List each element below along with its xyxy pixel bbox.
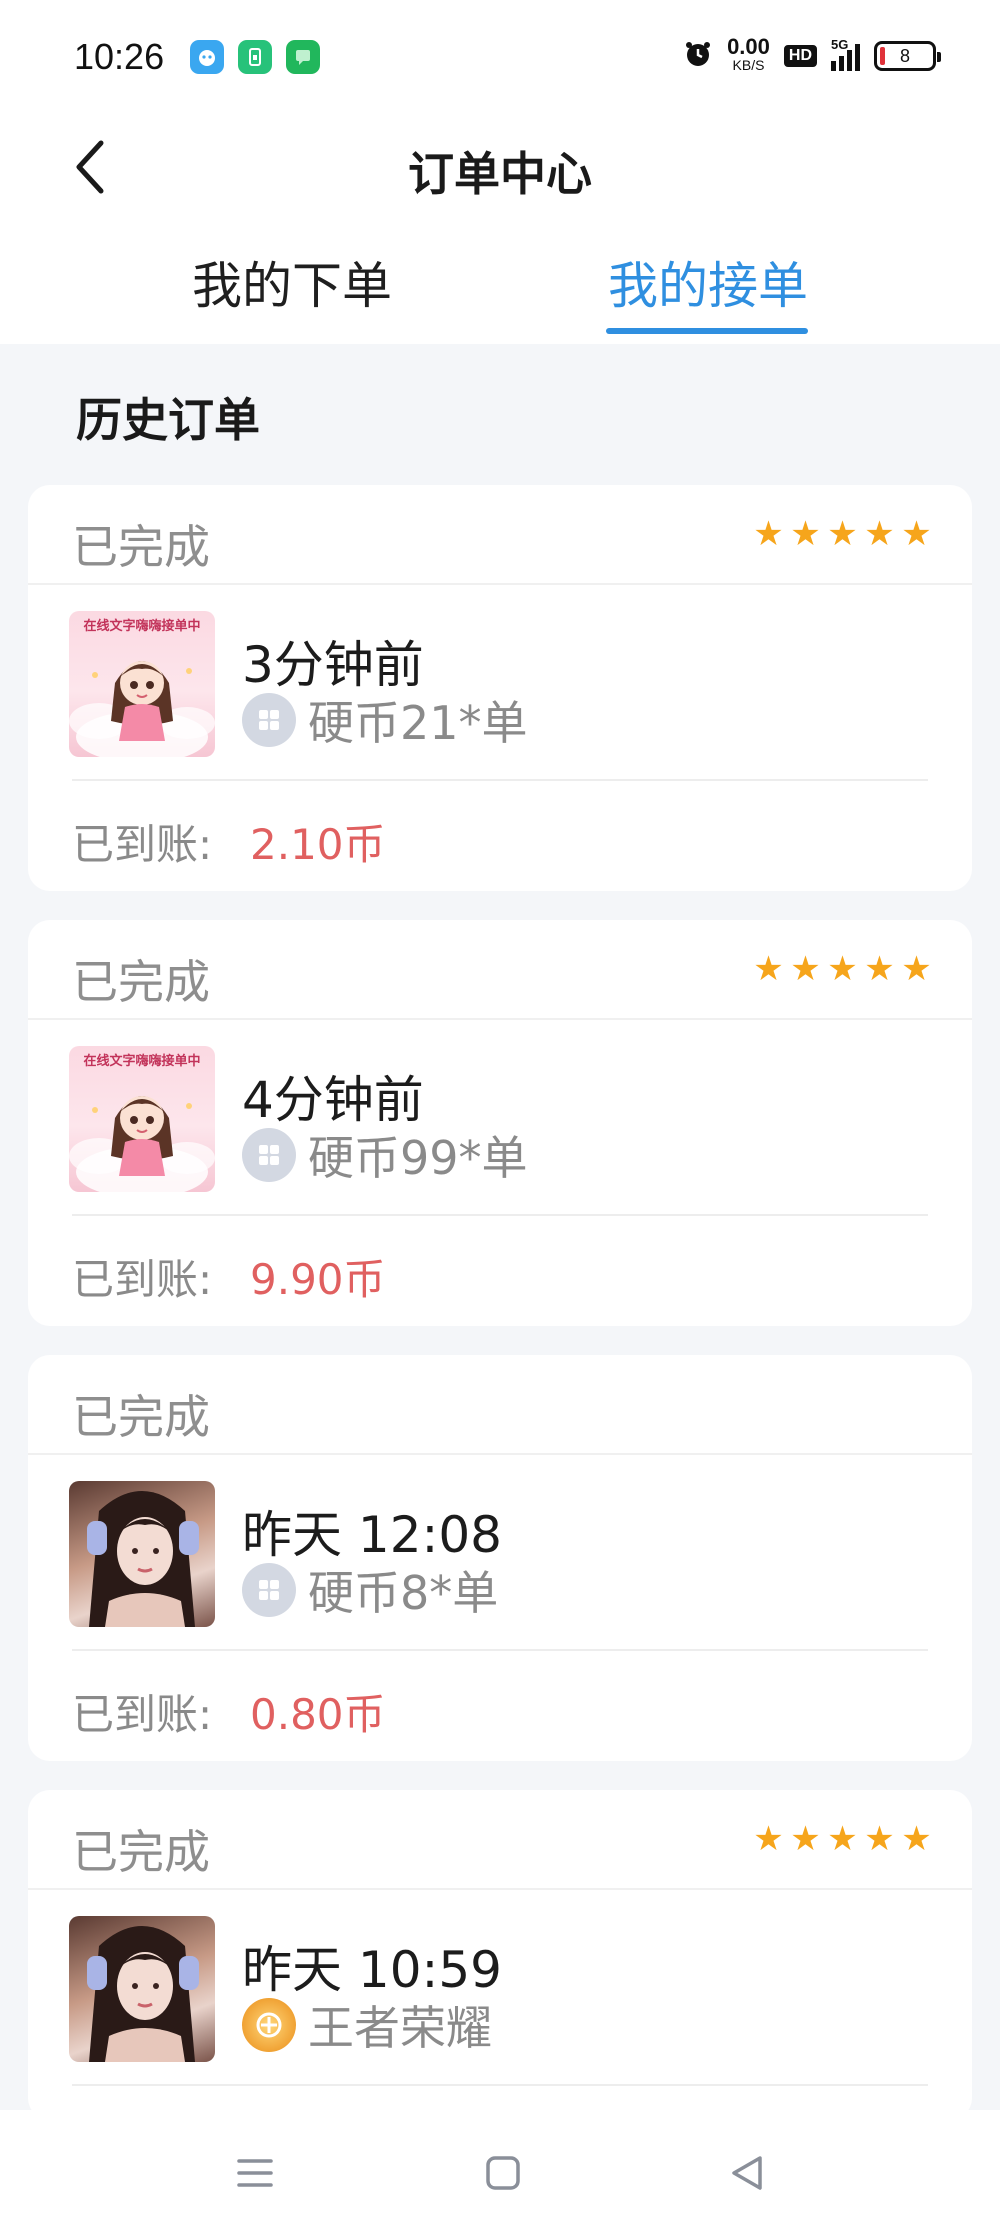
battery-level: 8 <box>899 45 910 66</box>
card-body: 在线文字嗨嗨接单中 3分钟前 硬币21*单 <box>28 585 972 781</box>
rating-stars: ★ ★ ★ ★ ★ <box>753 514 932 554</box>
message-app-icon <box>286 40 320 74</box>
active-tab-indicator <box>606 328 808 334</box>
network-speed: 0.00 KB/S <box>727 36 770 74</box>
paid-label: 已到账: <box>72 1690 213 1739</box>
home-button[interactable] <box>478 2148 528 2198</box>
paid-value: 2.10币 <box>250 820 386 869</box>
game-info: 硬币8*单 <box>242 1557 498 1623</box>
honor-of-kings-icon <box>242 1998 296 2052</box>
system-back-button[interactable] <box>722 2148 772 2198</box>
status-indicators: 0.00 KB/S HD 5G 8 <box>683 36 941 74</box>
order-thumbnail[interactable] <box>69 1481 215 1627</box>
tab-my-accepted[interactable]: 我的接单 <box>608 246 808 318</box>
paid-label: 已到账: <box>72 1255 213 1304</box>
system-nav-bar <box>0 2110 1000 2233</box>
star-icon: ★ <box>901 514 932 554</box>
star-icon: ★ <box>901 949 932 989</box>
alarm-icon <box>683 39 713 74</box>
star-icon: ★ <box>827 1819 858 1859</box>
back-triangle-icon <box>732 2156 762 2190</box>
status-time: 10:26 <box>74 36 165 77</box>
photo-girl-image <box>87 1926 199 2062</box>
order-card[interactable]: 已完成 ★ ★ ★ ★ ★ 在线文字嗨嗨接单中 <box>28 485 972 891</box>
card-body: 昨天 10:59 王者荣耀 <box>28 1890 972 2086</box>
status-bar: 10:26 0.00 KB/S HD 5G 8 <box>0 0 1000 110</box>
star-icon: ★ <box>864 949 895 989</box>
star-icon: ★ <box>753 1819 784 1859</box>
star-icon: ★ <box>753 949 784 989</box>
order-thumbnail[interactable]: 在线文字嗨嗨接单中 <box>69 611 215 757</box>
top-area: 10:26 0.00 KB/S HD 5G 8 订单中心 我的下单 我的接单 <box>0 0 1000 344</box>
tab-bar: 我的下单 我的接单 <box>0 220 1000 344</box>
coin-grid-icon <box>242 1128 296 1182</box>
game-name: 硬币99*单 <box>308 1131 528 1185</box>
game-info: 王者荣耀 <box>242 1992 492 2058</box>
coin-grid-icon <box>242 1563 296 1617</box>
star-icon: ★ <box>790 949 821 989</box>
card-body: 昨天 12:08 硬币8*单 <box>28 1455 972 1651</box>
star-icon: ★ <box>901 1819 932 1859</box>
menu-icon <box>237 2159 273 2187</box>
section-title: 历史订单 <box>76 393 260 447</box>
speed-unit: KB/S <box>732 57 765 73</box>
star-icon: ★ <box>827 949 858 989</box>
game-info: 硬币99*单 <box>242 1122 528 1188</box>
star-icon: ★ <box>753 514 784 554</box>
order-card[interactable]: 已完成 昨天 12:08 硬币8*单 已到账: 0.80币 <box>28 1355 972 1761</box>
network-label: 5G <box>831 37 849 52</box>
order-status: 已完成 <box>72 955 210 1009</box>
paid-label: 已到账: <box>72 820 213 869</box>
paid-value: 9.90币 <box>250 1255 386 1304</box>
card-header: 已完成 ★ ★ ★ ★ ★ <box>28 485 972 585</box>
order-status: 已完成 <box>72 1825 210 1879</box>
card-footer: 已到账: 0.80币 <box>28 1651 972 1761</box>
star-icon: ★ <box>864 1819 895 1859</box>
card-header: 已完成 ★ ★ ★ ★ ★ <box>28 920 972 1020</box>
order-thumbnail[interactable] <box>69 1916 215 2062</box>
header: 订单中心 <box>0 110 1000 220</box>
order-card[interactable]: 已完成 ★ ★ ★ ★ ★ 在线文字嗨嗨接单中 <box>28 920 972 1326</box>
card-header: 已完成 <box>28 1355 972 1455</box>
order-status: 已完成 <box>72 520 210 574</box>
anime-girl-image <box>69 1096 215 1192</box>
signal-icon: 5G <box>831 37 860 71</box>
game-info: 硬币21*单 <box>242 687 528 753</box>
page-title: 订单中心 <box>408 147 592 201</box>
coin-grid-icon <box>242 693 296 747</box>
card-body: 在线文字嗨嗨接单中 4分钟前 硬币99*单 <box>28 1020 972 1216</box>
game-name: 王者荣耀 <box>308 2001 492 2055</box>
home-square-icon <box>486 2156 520 2190</box>
game-name: 硬币21*单 <box>308 696 528 750</box>
divider <box>72 2084 928 2086</box>
card-footer: 已到账: 2.10币 <box>28 781 972 891</box>
photo-girl-image <box>87 1491 199 1627</box>
anime-girl-image <box>69 661 215 757</box>
app-bot-icon <box>190 40 224 74</box>
paid-value: 0.80币 <box>250 1690 386 1739</box>
card-header: 已完成 ★ ★ ★ ★ ★ <box>28 1790 972 1890</box>
star-icon: ★ <box>790 514 821 554</box>
app-green-icon <box>238 40 272 74</box>
rating-stars: ★ ★ ★ ★ ★ <box>753 1819 932 1859</box>
star-icon: ★ <box>790 1819 821 1859</box>
star-icon: ★ <box>864 514 895 554</box>
order-thumbnail[interactable]: 在线文字嗨嗨接单中 <box>69 1046 215 1192</box>
game-name: 硬币8*单 <box>308 1566 499 1620</box>
order-card[interactable]: 已完成 ★ ★ ★ ★ ★ 昨天 10:59 王者荣耀 <box>28 1790 972 2120</box>
rating-stars: ★ ★ ★ ★ ★ <box>753 949 932 989</box>
menu-button[interactable] <box>230 2148 280 2198</box>
card-footer: 已到账: 9.90币 <box>28 1216 972 1326</box>
hd-badge: HD <box>783 45 817 67</box>
notification-icons <box>190 40 320 74</box>
battery-icon: 8 <box>874 41 941 71</box>
star-icon: ★ <box>827 514 858 554</box>
order-status: 已完成 <box>72 1390 210 1444</box>
tab-my-orders[interactable]: 我的下单 <box>192 246 392 318</box>
